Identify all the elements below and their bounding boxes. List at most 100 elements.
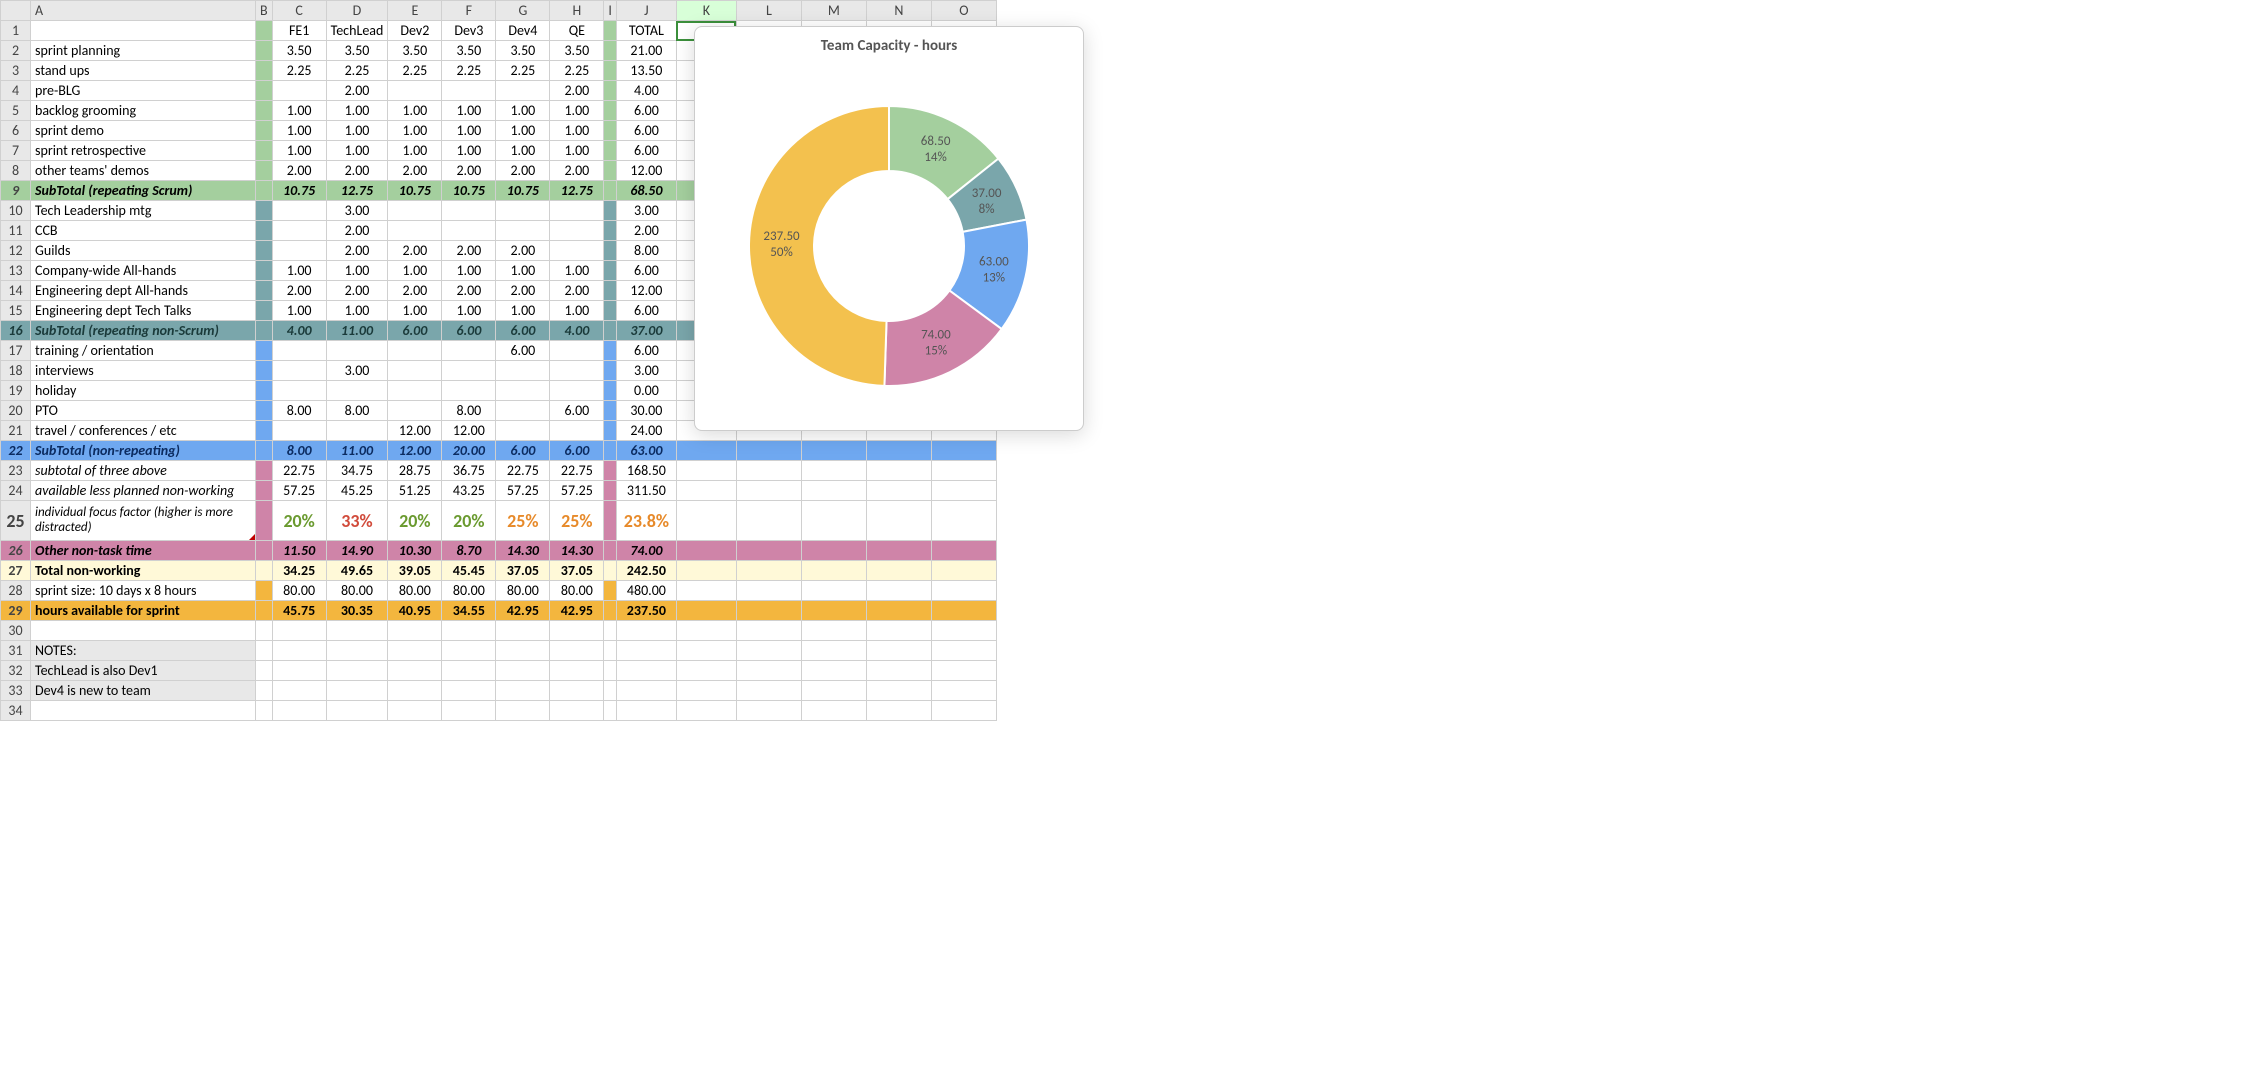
cell-A10[interactable]: Tech Leadership mtg [31,201,256,221]
cell-E9[interactable]: 10.75 [388,181,442,201]
cell-C19[interactable] [272,381,326,401]
cell-I33[interactable] [604,681,617,701]
cell-I26[interactable] [604,541,617,561]
col-header-I[interactable]: I [604,1,617,21]
cell-J21[interactable]: 24.00 [616,421,676,441]
cell-F10[interactable] [442,201,496,221]
cell-D28[interactable]: 80.00 [326,581,388,601]
cell-L24[interactable] [736,481,801,501]
cell-H8[interactable]: 2.00 [550,161,604,181]
row-header-14[interactable]: 14 [1,281,31,301]
cell-M29[interactable] [801,601,866,621]
cell-F32[interactable] [442,661,496,681]
row-header-31[interactable]: 31 [1,641,31,661]
row-header-9[interactable]: 9 [1,181,31,201]
cell-H3[interactable]: 2.25 [550,61,604,81]
cell-E20[interactable] [388,401,442,421]
cell-J5[interactable]: 6.00 [616,101,676,121]
cell-A4[interactable]: pre-BLG [31,81,256,101]
cell-G27[interactable]: 37.05 [496,561,550,581]
cell-A5[interactable]: backlog grooming [31,101,256,121]
cell-C3[interactable]: 2.25 [272,61,326,81]
cell-B19[interactable] [256,381,273,401]
cell-B32[interactable] [256,661,273,681]
cell-I9[interactable] [604,181,617,201]
cell-J14[interactable]: 12.00 [616,281,676,301]
cell-O32[interactable] [931,661,996,681]
row-header-10[interactable]: 10 [1,201,31,221]
cell-N25[interactable] [866,501,931,541]
cell-J13[interactable]: 6.00 [616,261,676,281]
cell-J25[interactable]: 23.8% [616,501,676,541]
row-header-1[interactable]: 1 [1,21,31,41]
cell-M31[interactable] [801,641,866,661]
cell-K26[interactable] [676,541,736,561]
cell-E13[interactable]: 1.00 [388,261,442,281]
cell-B22[interactable] [256,441,273,461]
cell-B25[interactable] [256,501,273,541]
cell-C2[interactable]: 3.50 [272,41,326,61]
cell-F21[interactable]: 12.00 [442,421,496,441]
cell-F3[interactable]: 2.25 [442,61,496,81]
cell-A22[interactable]: SubTotal (non-repeating) [31,441,256,461]
cell-N33[interactable] [866,681,931,701]
cell-G3[interactable]: 2.25 [496,61,550,81]
cell-K30[interactable] [676,621,736,641]
cell-J3[interactable]: 13.50 [616,61,676,81]
cell-E27[interactable]: 39.05 [388,561,442,581]
cell-L29[interactable] [736,601,801,621]
cell-H28[interactable]: 80.00 [550,581,604,601]
cell-E5[interactable]: 1.00 [388,101,442,121]
cell-A2[interactable]: sprint planning [31,41,256,61]
cell-F25[interactable]: 20% [442,501,496,541]
cell-H19[interactable] [550,381,604,401]
cell-H31[interactable] [550,641,604,661]
cell-I3[interactable] [604,61,617,81]
cell-A32[interactable]: TechLead is also Dev1 [31,661,256,681]
cell-E25[interactable]: 20% [388,501,442,541]
cell-A18[interactable]: interviews [31,361,256,381]
cell-G4[interactable] [496,81,550,101]
cell-G8[interactable]: 2.00 [496,161,550,181]
cell-J16[interactable]: 37.00 [616,321,676,341]
cell-O26[interactable] [931,541,996,561]
cell-B24[interactable] [256,481,273,501]
cell-E29[interactable]: 40.95 [388,601,442,621]
cell-B14[interactable] [256,281,273,301]
cell-A15[interactable]: Engineering dept Tech Talks [31,301,256,321]
cell-M24[interactable] [801,481,866,501]
cell-A21[interactable]: travel / conferences / etc [31,421,256,441]
cell-G31[interactable] [496,641,550,661]
cell-J10[interactable]: 3.00 [616,201,676,221]
cell-G34[interactable] [496,701,550,721]
cell-M28[interactable] [801,581,866,601]
cell-G18[interactable] [496,361,550,381]
cell-C1[interactable]: FE1 [272,21,326,41]
cell-N23[interactable] [866,461,931,481]
cell-C17[interactable] [272,341,326,361]
cell-A8[interactable]: other teams' demos [31,161,256,181]
cell-H13[interactable]: 1.00 [550,261,604,281]
cell-E33[interactable] [388,681,442,701]
row-header-12[interactable]: 12 [1,241,31,261]
row-header-26[interactable]: 26 [1,541,31,561]
cell-E19[interactable] [388,381,442,401]
cell-E18[interactable] [388,361,442,381]
cell-D3[interactable]: 2.25 [326,61,388,81]
row-header-16[interactable]: 16 [1,321,31,341]
cell-O22[interactable] [931,441,996,461]
cell-B5[interactable] [256,101,273,121]
cell-K34[interactable] [676,701,736,721]
cell-B11[interactable] [256,221,273,241]
cell-I18[interactable] [604,361,617,381]
cell-D31[interactable] [326,641,388,661]
col-header-D[interactable]: D [326,1,388,21]
cell-H2[interactable]: 3.50 [550,41,604,61]
cell-D12[interactable]: 2.00 [326,241,388,261]
cell-E4[interactable] [388,81,442,101]
col-header-H[interactable]: H [550,1,604,21]
cell-H20[interactable]: 6.00 [550,401,604,421]
cell-N34[interactable] [866,701,931,721]
cell-C21[interactable] [272,421,326,441]
cell-C33[interactable] [272,681,326,701]
